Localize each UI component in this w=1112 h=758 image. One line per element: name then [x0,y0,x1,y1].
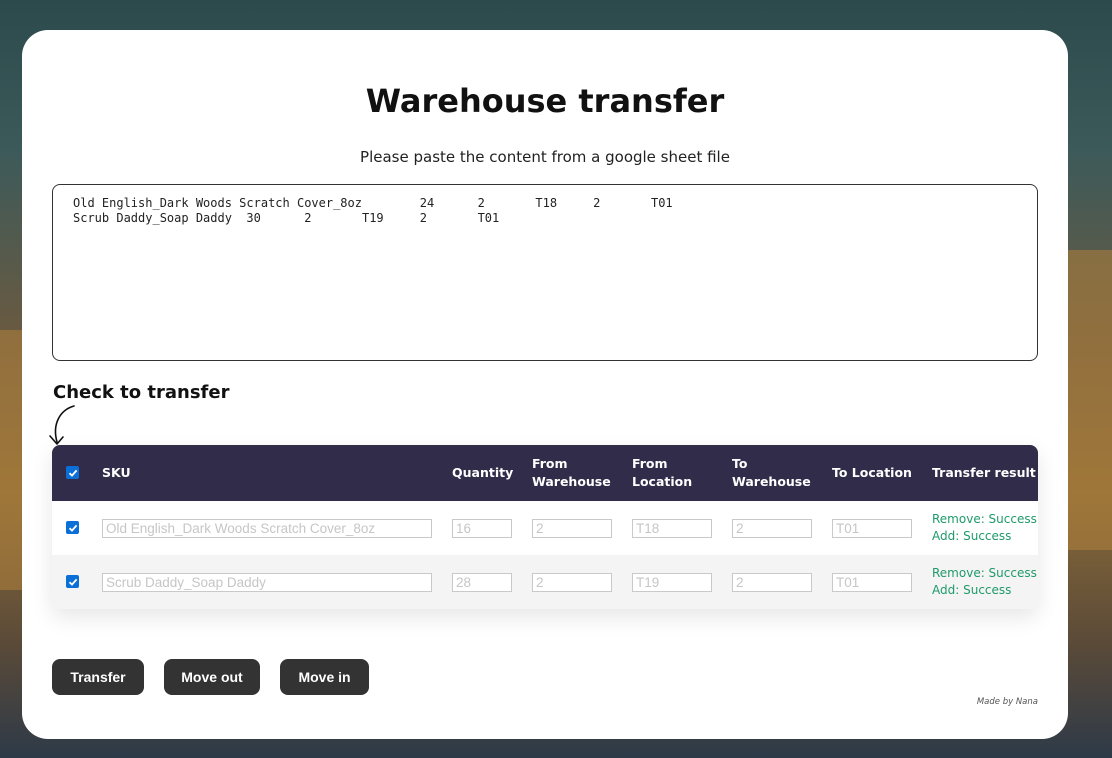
to-warehouse-input[interactable]: 2 [732,519,812,538]
sku-input[interactable]: Old English_Dark Woods Scratch Cover_8oz [102,519,432,538]
from-warehouse-input[interactable]: 2 [532,519,612,538]
from-location-input[interactable]: T19 [632,573,712,592]
credit-text: Made by Nana [976,697,1038,707]
page-subtitle: Please paste the content from a google s… [360,148,730,166]
transfer-result: Remove: Success Add: Success [932,511,1037,545]
column-header-from-location: From Location [632,456,693,489]
transfer-result: Remove: Success Add: Success [932,565,1037,599]
page-title: Warehouse transfer [365,82,725,120]
column-header-to-warehouse: To Warehouse [732,456,811,489]
background-shelf [1068,250,1112,550]
quantity-input[interactable]: 28 [452,573,512,592]
remove-result: Remove: Success [932,512,1037,526]
quantity-input[interactable]: 16 [452,519,512,538]
table-row: Old English_Dark Woods Scratch Cover_8oz… [52,501,1038,555]
table-row: Scrub Daddy_Soap Daddy 28 2 T19 2 T01 Re… [52,555,1038,609]
move-in-button[interactable]: Move in [280,659,369,695]
column-header-transfer-result: Transfer result [932,465,1036,480]
to-location-input[interactable]: T01 [832,573,912,592]
column-header-sku: SKU [102,465,131,480]
to-warehouse-input[interactable]: 2 [732,573,812,592]
row-checkbox[interactable] [66,575,79,588]
move-out-button[interactable]: Move out [164,659,260,695]
checkmark-icon [68,578,78,586]
column-header-quantity: Quantity [452,465,514,480]
transfer-table: SKU Quantity From Warehouse From Locatio… [52,445,1038,609]
row-checkbox[interactable] [66,521,79,534]
curved-arrow-icon [49,405,75,445]
from-warehouse-input[interactable]: 2 [532,573,612,592]
add-result: Add: Success [932,529,1012,543]
checkmark-icon [68,524,78,532]
main-card: Warehouse transfer Please paste the cont… [22,30,1068,739]
check-to-transfer-label: Check to transfer [53,382,230,403]
select-all-checkbox[interactable] [66,466,79,479]
transfer-button[interactable]: Transfer [52,659,144,695]
background-shelf [0,330,22,590]
table-header: SKU Quantity From Warehouse From Locatio… [52,445,1038,501]
to-location-input[interactable]: T01 [832,519,912,538]
remove-result: Remove: Success [932,566,1037,580]
add-result: Add: Success [932,583,1012,597]
column-header-to-location: To Location [832,465,912,480]
paste-textarea[interactable]: Old English_Dark Woods Scratch Cover_8oz… [52,184,1038,361]
column-header-from-warehouse: From Warehouse [532,456,611,489]
checkmark-icon [68,469,78,477]
from-location-input[interactable]: T18 [632,519,712,538]
sku-input[interactable]: Scrub Daddy_Soap Daddy [102,573,432,592]
